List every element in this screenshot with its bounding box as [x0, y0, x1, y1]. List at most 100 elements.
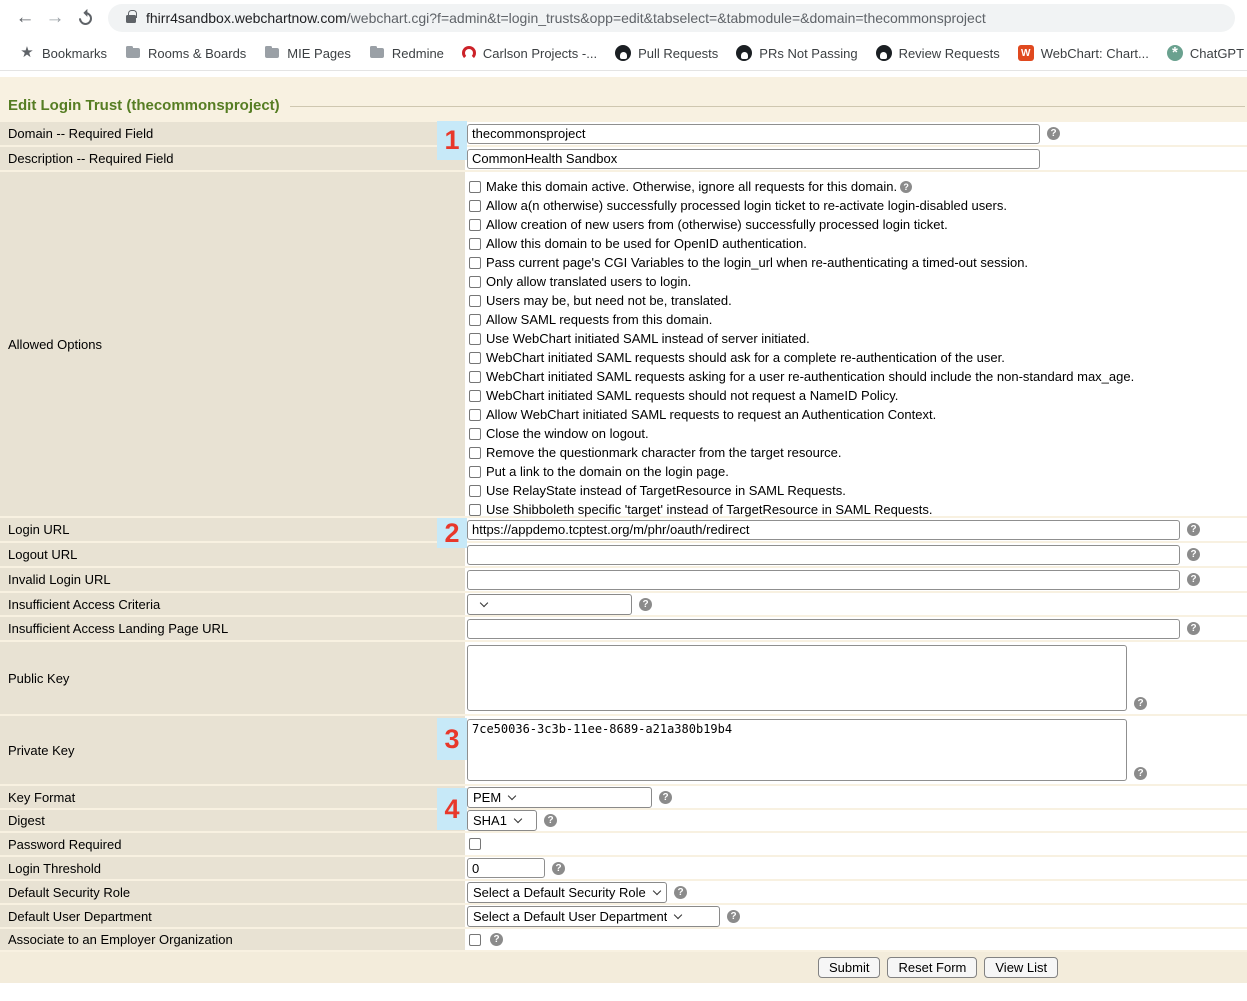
field-label: Public Key — [0, 642, 465, 714]
forward-icon[interactable]: → — [40, 7, 70, 29]
checkbox[interactable] — [469, 466, 481, 478]
help-icon[interactable] — [1187, 523, 1200, 536]
private-key-textarea[interactable]: 7ce50036-3c3b-11ee-8689-a21a380b19b4 — [467, 719, 1127, 781]
github-icon — [736, 45, 752, 61]
folder-icon — [264, 45, 280, 61]
allowed-option: Allow this domain to be used for OpenID … — [469, 234, 1134, 253]
field-label: Login Threshold — [0, 857, 465, 879]
chevron-down-icon — [514, 815, 522, 823]
checkbox[interactable] — [469, 485, 481, 497]
allowed-option-label: WebChart initiated SAML requests should … — [486, 388, 898, 403]
reset-form-button[interactable]: Reset Form — [887, 957, 977, 978]
key-format-select[interactable]: PEM — [467, 787, 652, 808]
bookmark-item-carlson-projects[interactable]: Carlson Projects -... — [453, 40, 606, 66]
select-value: Select a Default User Department — [473, 909, 667, 924]
insufficient-access-criteria-select[interactable] — [467, 594, 632, 615]
help-icon[interactable] — [639, 598, 652, 611]
row-password-required: Password Required — [0, 833, 1247, 855]
submit-button[interactable]: Submit — [818, 957, 880, 978]
checkbox[interactable] — [469, 257, 481, 269]
login-url-input[interactable] — [467, 520, 1180, 540]
checkbox[interactable] — [469, 333, 481, 345]
row-insufficient-access-landing: Insufficient Access Landing Page URL — [0, 617, 1247, 640]
help-icon[interactable] — [900, 181, 912, 193]
help-icon[interactable] — [674, 886, 687, 899]
github-icon — [876, 45, 892, 61]
select-value: PEM — [473, 790, 501, 805]
public-key-textarea[interactable] — [467, 645, 1127, 711]
row-default-security-role: Default Security Role Select a Default S… — [0, 881, 1247, 903]
checkbox[interactable] — [469, 219, 481, 231]
chevron-down-icon — [480, 598, 488, 606]
bookmark-item-bookmarks[interactable]: ★Bookmarks — [10, 40, 116, 66]
allowed-option: WebChart initiated SAML requests should … — [469, 348, 1134, 367]
checkbox[interactable] — [469, 371, 481, 383]
domain-input[interactable] — [467, 124, 1040, 144]
help-icon[interactable] — [490, 933, 503, 946]
field-label: Insufficient Access Landing Page URL — [0, 617, 465, 640]
bookmark-label: PRs Not Passing — [759, 46, 857, 61]
field-label: Login URL — [0, 518, 465, 541]
checkbox[interactable] — [469, 447, 481, 459]
bookmark-item-mie-pages[interactable]: MIE Pages — [255, 40, 360, 66]
help-icon[interactable] — [1187, 548, 1200, 561]
invalid-login-url-input[interactable] — [467, 570, 1180, 590]
checkbox[interactable] — [469, 352, 481, 364]
back-icon[interactable]: ← — [10, 7, 40, 29]
insufficient-access-landing-input[interactable] — [467, 619, 1180, 639]
default-security-role-select[interactable]: Select a Default Security Role — [467, 882, 667, 903]
annotation-number: 1 — [444, 125, 459, 156]
allowed-option: Allow creation of new users from (otherw… — [469, 215, 1134, 234]
digest-select[interactable]: SHA1 — [467, 810, 537, 831]
checkbox[interactable] — [469, 390, 481, 402]
bookmark-item-chatgpt[interactable]: *ChatGPT — [1158, 40, 1247, 66]
annotation-marker-3: 3 — [437, 718, 467, 760]
checkbox[interactable] — [469, 295, 481, 307]
chevron-down-icon — [508, 791, 516, 799]
checkbox[interactable] — [469, 181, 481, 193]
checkbox[interactable] — [469, 200, 481, 212]
help-icon[interactable] — [659, 791, 672, 804]
login-threshold-input[interactable] — [467, 858, 545, 878]
bookmark-item-rooms-boards[interactable]: Rooms & Boards — [116, 40, 255, 66]
row-digest: Digest SHA1 — [0, 810, 1247, 831]
bookmark-item-review-requests[interactable]: Review Requests — [867, 40, 1009, 66]
folder-icon — [125, 45, 141, 61]
bookmark-item-redmine[interactable]: Redmine — [360, 40, 453, 66]
employer-organization-checkbox[interactable] — [469, 934, 481, 946]
page-title: Edit Login Trust (thecommonsproject) — [8, 97, 280, 114]
checkbox[interactable] — [469, 409, 481, 421]
help-icon[interactable] — [1134, 697, 1147, 710]
legend-line — [290, 106, 1245, 107]
checkbox[interactable] — [469, 314, 481, 326]
help-icon[interactable] — [1187, 622, 1200, 635]
address-bar[interactable]: fhirr4sandbox.webchartnow.com/webchart.c… — [108, 4, 1235, 32]
allowed-option-label: Allow WebChart initiated SAML requests t… — [486, 407, 936, 422]
checkbox[interactable] — [469, 428, 481, 440]
description-input[interactable] — [467, 149, 1040, 169]
allowed-option: Only allow translated users to login. — [469, 272, 1134, 291]
default-user-department-select[interactable]: Select a Default User Department — [467, 906, 720, 927]
logout-url-input[interactable] — [467, 545, 1180, 565]
bookmark-item-webchart[interactable]: WWebChart: Chart... — [1009, 40, 1158, 66]
field-label: Default Security Role — [0, 881, 465, 903]
help-icon[interactable] — [544, 814, 557, 827]
checkbox[interactable] — [469, 504, 481, 516]
bookmark-label: Carlson Projects -... — [483, 46, 597, 61]
row-private-key: Private Key 7ce50036-3c3b-11ee-8689-a21a… — [0, 716, 1247, 784]
view-list-button[interactable]: View List — [984, 957, 1058, 978]
allowed-options-list: Make this domain active. Otherwise, igno… — [467, 174, 1134, 519]
annotation-number: 3 — [444, 724, 459, 755]
password-required-checkbox[interactable] — [469, 838, 481, 850]
help-icon[interactable] — [1047, 127, 1060, 140]
reload-icon[interactable] — [70, 12, 100, 25]
help-icon[interactable] — [552, 862, 565, 875]
bookmark-item-pull-requests[interactable]: Pull Requests — [606, 40, 727, 66]
help-icon[interactable] — [1134, 767, 1147, 780]
bookmark-item-prs-not-passing[interactable]: PRs Not Passing — [727, 40, 866, 66]
checkbox[interactable] — [469, 276, 481, 288]
help-icon[interactable] — [727, 910, 740, 923]
annotation-number: 4 — [444, 794, 459, 825]
help-icon[interactable] — [1187, 573, 1200, 586]
checkbox[interactable] — [469, 238, 481, 250]
